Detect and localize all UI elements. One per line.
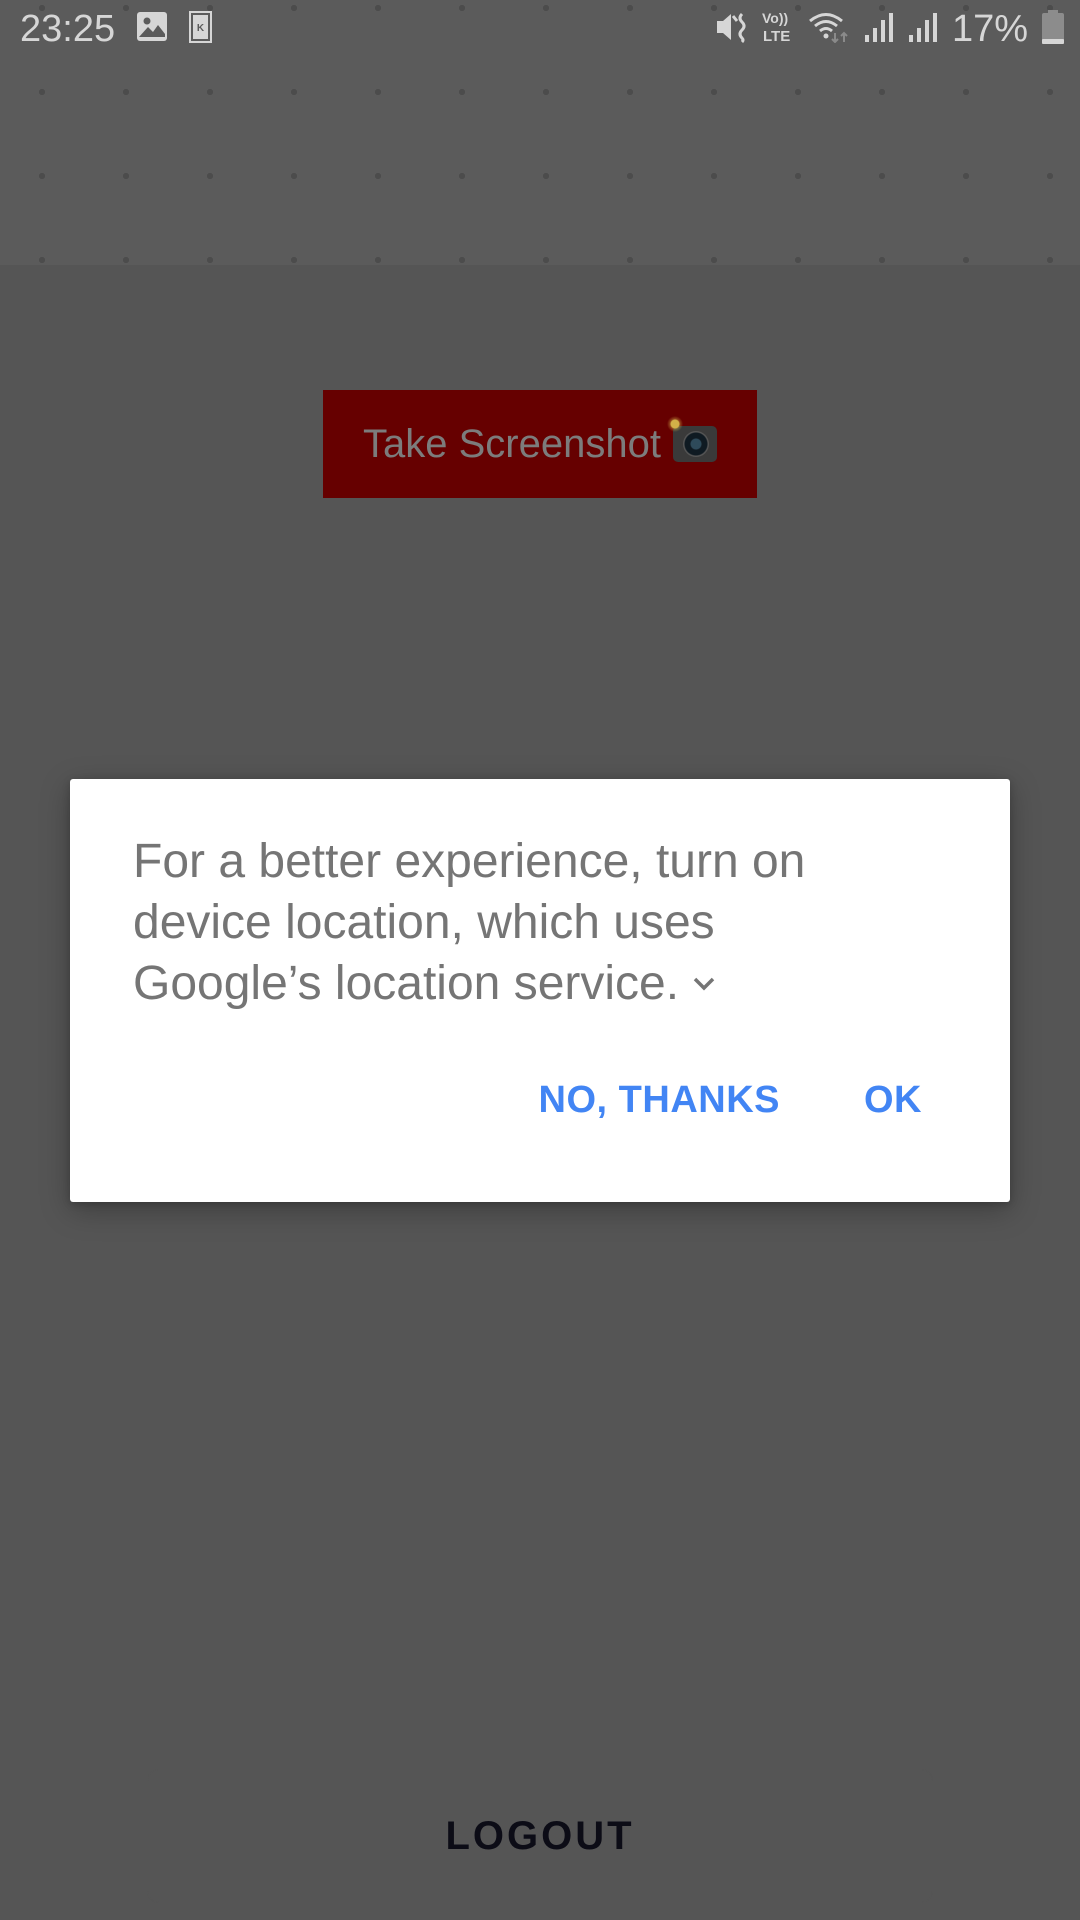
clock: 23:25 [20,8,116,50]
battery-percent: 17% [951,8,1028,50]
svg-text:K: K [197,23,205,34]
take-screenshot-button[interactable]: Take Screenshot [323,390,757,498]
signal-sim1-icon [864,11,894,48]
location-permission-dialog: For a better experience, turn on device … [70,779,1010,1202]
signal-sim2-icon [908,11,938,48]
gallery-notification-icon [137,12,168,47]
svg-text:LTE: LTE [763,28,790,44]
no-thanks-button[interactable]: NO, THANKS [539,1079,780,1122]
status-bar: 23:25 K Vo)) LTE 17% [0,0,1080,64]
take-screenshot-label: Take Screenshot [363,421,661,466]
status-bar-left: 23:25 K [20,8,213,51]
k-app-notification-icon: K [189,11,213,48]
dialog-message: For a better experience, turn on device … [133,831,893,1014]
volte-icon: Vo)) LTE [762,10,794,49]
battery-icon [1042,10,1064,49]
ok-button[interactable]: OK [864,1079,922,1122]
logout-button[interactable]: LOGOUT [147,1769,933,1903]
svg-text:Vo)): Vo)) [762,10,788,26]
chevron-down-icon[interactable] [693,977,715,991]
wifi-icon [808,11,850,48]
status-bar-right: Vo)) LTE 17% [716,8,1064,51]
camera-with-flash-icon [666,416,717,462]
mute-vibrate-icon [716,11,748,48]
